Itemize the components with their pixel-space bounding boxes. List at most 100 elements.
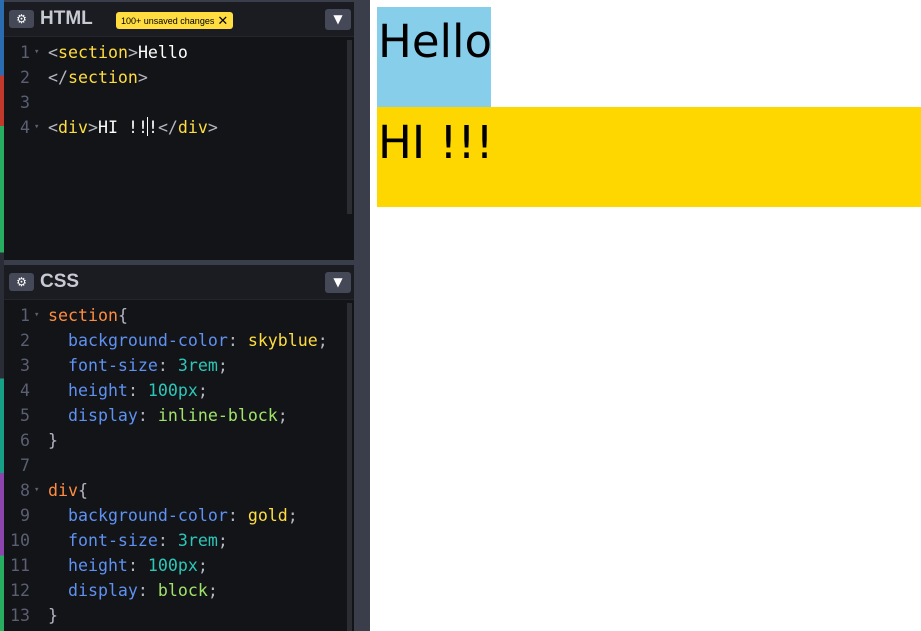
line-number: 1 bbox=[20, 43, 30, 62]
code-line[interactable]: 13} bbox=[4, 603, 354, 628]
css-editor-scrollbar[interactable] bbox=[347, 303, 352, 631]
gear-icon[interactable]: ⚙ bbox=[9, 10, 34, 28]
line-number: 3 bbox=[20, 93, 30, 112]
code-token: ; bbox=[277, 406, 288, 425]
code-text: <div>HI !!!</div> bbox=[48, 115, 218, 140]
code-token: section bbox=[48, 306, 118, 325]
code-token: > bbox=[127, 43, 138, 62]
code-token: : bbox=[127, 381, 148, 400]
code-token: </ bbox=[157, 118, 178, 137]
html-pane-title: HTML bbox=[40, 8, 93, 29]
fold-arrow-icon[interactable]: ▾ bbox=[34, 115, 39, 140]
close-icon[interactable]: ✕ bbox=[217, 13, 228, 28]
code-token: div bbox=[177, 118, 208, 137]
css-editor-pane: ⚙ CSS ▼ 1 ▾ section{2 background-color: sk… bbox=[4, 265, 354, 631]
line-number: 2 bbox=[20, 68, 30, 87]
code-line[interactable]: 9 background-color: gold; bbox=[4, 503, 354, 528]
code-line[interactable]: 3 font-size: 3rem; bbox=[4, 353, 354, 378]
code-text: height: 100px; bbox=[48, 378, 208, 403]
code-token: </ bbox=[48, 68, 68, 87]
code-line[interactable]: 12 display: block; bbox=[4, 578, 354, 603]
code-line[interactable]: 3 bbox=[4, 90, 354, 115]
unsaved-changes-badge[interactable]: 100+ unsaved changes ✕ bbox=[116, 12, 234, 29]
code-token: ; bbox=[197, 381, 208, 400]
code-line[interactable]: 2 </section> bbox=[4, 65, 354, 90]
line-number: 2 bbox=[20, 331, 30, 350]
code-token: skyblue bbox=[247, 331, 318, 350]
code-line[interactable]: 10 font-size: 3rem; bbox=[4, 528, 354, 553]
code-line[interactable]: 1 ▾ section{ bbox=[4, 303, 354, 328]
code-token: ; bbox=[287, 506, 298, 525]
line-number: 10 bbox=[10, 531, 30, 550]
preview-div-hi: HI !!! bbox=[377, 107, 921, 207]
code-line[interactable]: 11 height: 100px; bbox=[4, 553, 354, 578]
gear-icon[interactable]: ⚙ bbox=[9, 273, 34, 291]
code-token: 3rem bbox=[177, 356, 218, 375]
code-text: background-color: skyblue; bbox=[48, 328, 328, 353]
code-token: : bbox=[227, 506, 248, 525]
line-number: 9 bbox=[20, 506, 30, 525]
code-token: background-color bbox=[67, 506, 228, 525]
editor-column: ⚙ HTML 100+ unsaved changes ✕ ▼ 1 ▾ <sectio… bbox=[0, 0, 370, 631]
code-line[interactable]: 2 background-color: skyblue; bbox=[4, 328, 354, 353]
unsaved-changes-label: 100+ unsaved changes bbox=[121, 16, 215, 26]
chevron-down-icon[interactable]: ▼ bbox=[325, 9, 351, 30]
code-text: height: 100px; bbox=[48, 553, 208, 578]
fold-arrow-icon[interactable]: ▾ bbox=[34, 478, 39, 503]
code-token: : bbox=[127, 556, 148, 575]
code-token: block bbox=[157, 581, 208, 600]
line-number: 3 bbox=[20, 356, 30, 375]
code-token: : bbox=[157, 356, 178, 375]
code-token: > bbox=[207, 118, 218, 137]
code-text: font-size: 3rem; bbox=[48, 528, 228, 553]
chevron-down-icon[interactable]: ▼ bbox=[325, 272, 351, 293]
code-token: display bbox=[67, 581, 138, 600]
fold-arrow-icon[interactable]: ▾ bbox=[34, 303, 39, 328]
fold-arrow-icon[interactable]: ▾ bbox=[34, 40, 39, 65]
preview-section-hello: Hello bbox=[377, 7, 492, 107]
line-number: 4 bbox=[20, 381, 30, 400]
line-number: 4 bbox=[20, 118, 30, 137]
code-token: height bbox=[67, 381, 128, 400]
line-number: 12 bbox=[10, 581, 30, 600]
code-line[interactable]: 1 ▾ <section>Hello bbox=[4, 40, 354, 65]
line-number: 1 bbox=[20, 306, 30, 325]
line-number: 11 bbox=[10, 556, 30, 575]
code-line[interactable]: 7 bbox=[4, 453, 354, 478]
css-code-editor[interactable]: 1 ▾ section{2 background-color: skyblue; 3 … bbox=[4, 303, 354, 628]
code-line[interactable]: 5 display: inline-block; bbox=[4, 403, 354, 428]
code-line[interactable]: 8 ▾ div{ bbox=[4, 478, 354, 503]
code-token: 100px bbox=[147, 556, 198, 575]
code-line[interactable]: 4 ▾ <div>HI !!!</div> bbox=[4, 115, 354, 140]
css-pane-title: CSS bbox=[40, 271, 80, 292]
html-editor-scrollbar[interactable] bbox=[347, 40, 352, 214]
html-editor-pane: ⚙ HTML 100+ unsaved changes ✕ ▼ 1 ▾ <sectio… bbox=[4, 2, 354, 260]
code-token: ; bbox=[197, 556, 208, 575]
css-pane-header: ⚙ CSS ▼ bbox=[4, 265, 354, 300]
code-token: height bbox=[67, 556, 128, 575]
code-text: <section>Hello bbox=[48, 40, 188, 65]
code-line[interactable]: 4 height: 100px; bbox=[4, 378, 354, 403]
line-number: 6 bbox=[20, 431, 30, 450]
code-text: } bbox=[48, 603, 58, 628]
code-token: ; bbox=[207, 581, 218, 600]
code-token: div bbox=[58, 118, 88, 137]
code-text: background-color: gold; bbox=[48, 503, 298, 528]
code-line[interactable]: 6} bbox=[4, 428, 354, 453]
code-token: } bbox=[48, 431, 58, 450]
code-token: HI !! bbox=[97, 118, 148, 137]
code-text: font-size: 3rem; bbox=[48, 353, 228, 378]
preview-pane: Hello HI !!! bbox=[370, 0, 921, 631]
code-text: div{ bbox=[48, 478, 88, 503]
code-token: : bbox=[157, 531, 178, 550]
code-token: ; bbox=[217, 531, 228, 550]
code-token: : bbox=[137, 406, 158, 425]
code-token: font-size bbox=[67, 356, 158, 375]
code-token: 100px bbox=[147, 381, 198, 400]
code-text: section{ bbox=[48, 303, 128, 328]
html-code-editor[interactable]: 1 ▾ <section>Hello 2 </section> 3 4 ▾ <div>HI !!… bbox=[4, 40, 354, 140]
